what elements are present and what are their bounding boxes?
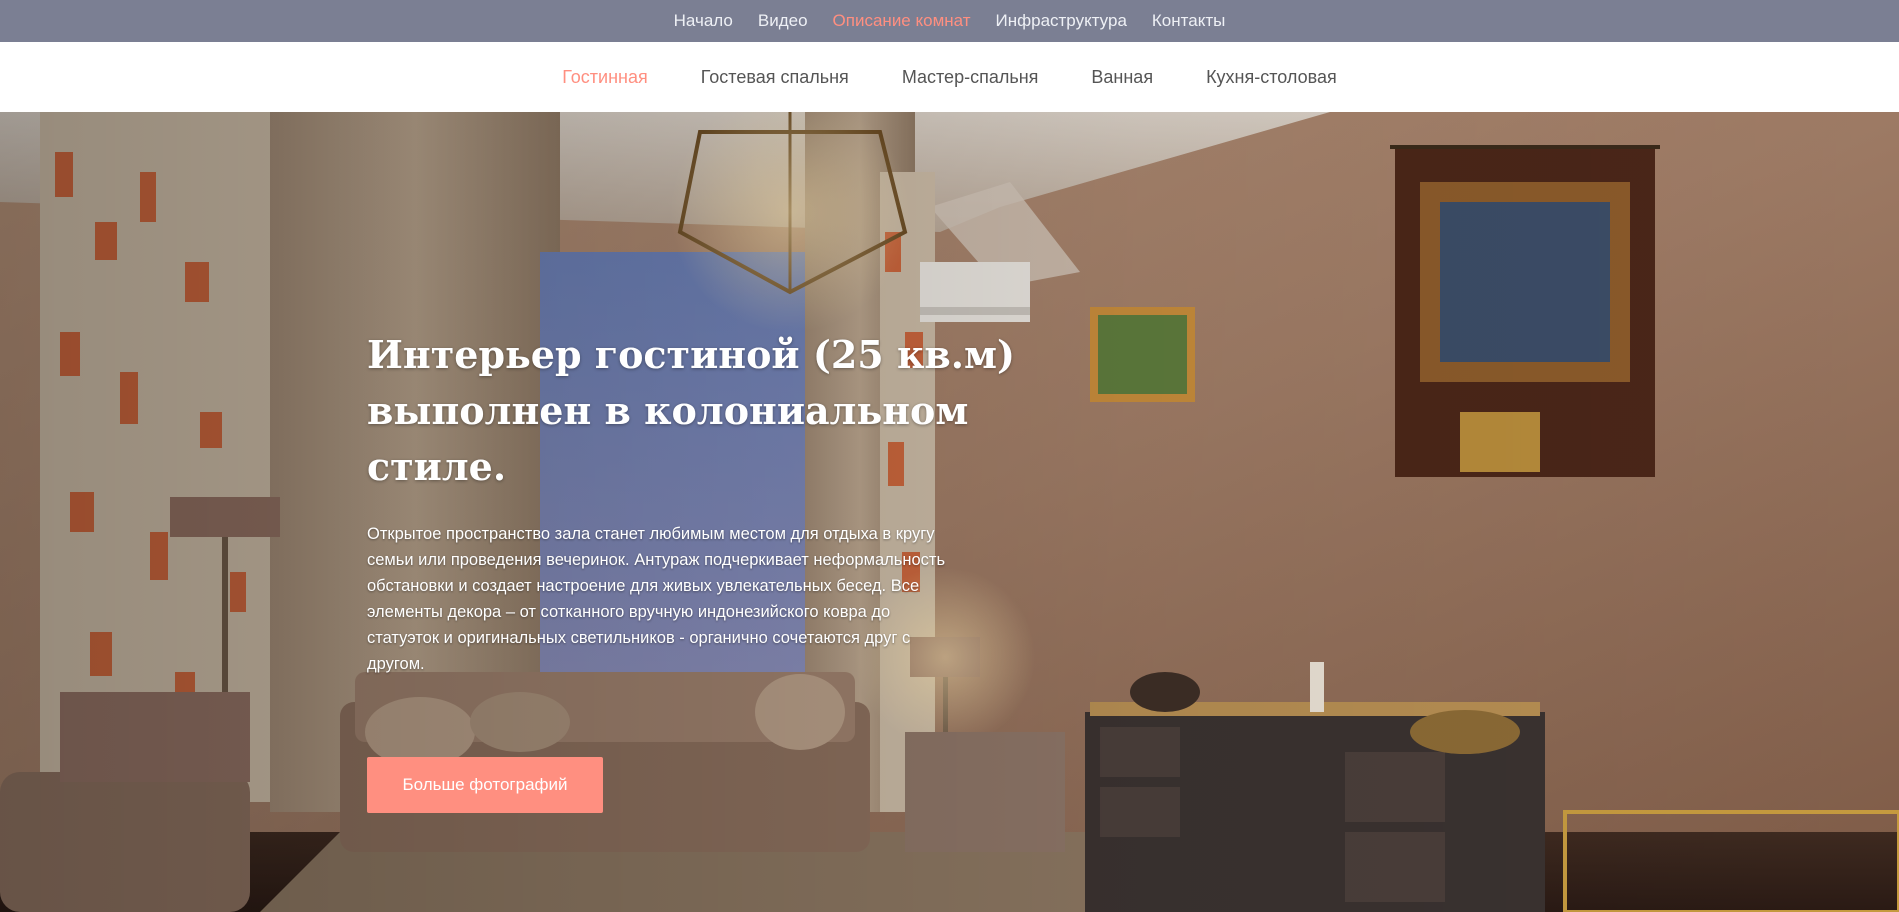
tab-guest-bedroom[interactable]: Гостевая спальня xyxy=(701,67,849,88)
more-photos-button[interactable]: Больше фотографий xyxy=(367,757,603,813)
top-nav-item-infrastructure[interactable]: Инфраструктура xyxy=(996,11,1127,31)
tab-living-room[interactable]: Гостинная xyxy=(562,67,648,88)
top-nav-item-video[interactable]: Видео xyxy=(758,11,808,31)
top-nav-item-rooms[interactable]: Описание комнат xyxy=(833,11,971,31)
hero-title: Интерьер гостиной (25 кв.м) выполнен в к… xyxy=(367,332,1016,489)
tab-bathroom[interactable]: Ванная xyxy=(1091,67,1153,88)
top-navigation: Начало Видео Описание комнат Инфраструкт… xyxy=(0,0,1899,42)
tab-kitchen-dining[interactable]: Кухня-столовая xyxy=(1206,67,1337,88)
room-tabs: Гостинная Гостевая спальня Мастер-спальн… xyxy=(0,42,1899,112)
hero-content: Интерьер гостиной (25 кв.м) выполнен в к… xyxy=(367,327,1107,813)
tab-master-bedroom[interactable]: Мастер-спальня xyxy=(902,67,1039,88)
hero-section: Интерьер гостиной (25 кв.м) выполнен в к… xyxy=(0,112,1899,912)
hero-description: Открытое пространство зала станет любимы… xyxy=(367,525,946,673)
top-nav-item-home[interactable]: Начало xyxy=(674,11,733,31)
top-nav-item-contacts[interactable]: Контакты xyxy=(1152,11,1225,31)
